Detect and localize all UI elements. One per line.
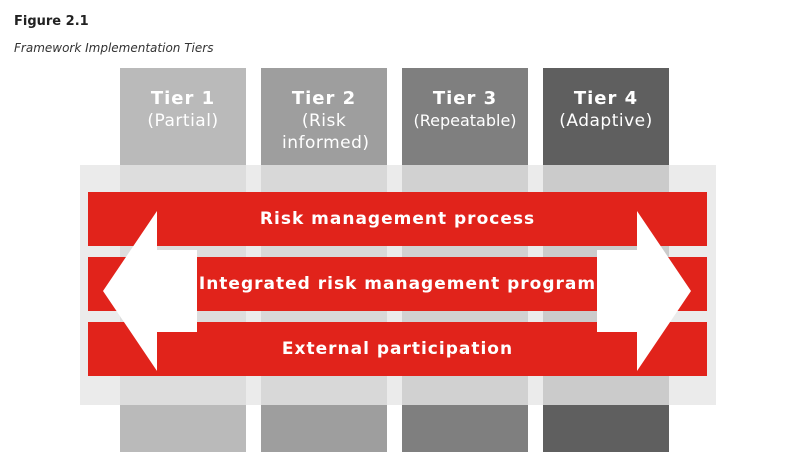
band-label-integrated-risk-program: Integrated risk management program — [198, 274, 597, 294]
band-label-risk-management-process: Risk management process — [259, 209, 536, 229]
band-label-external-participation: External participation — [281, 339, 514, 359]
